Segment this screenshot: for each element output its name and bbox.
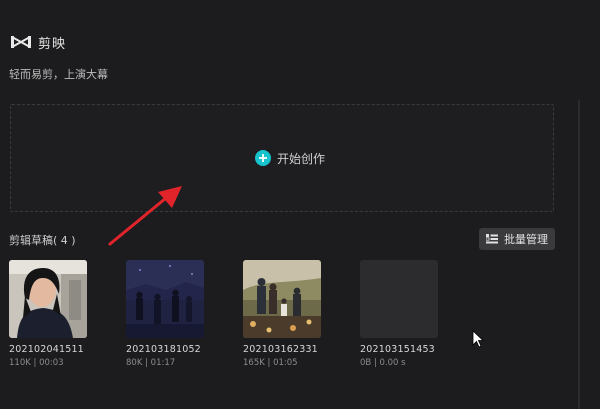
red-arrow-annotation: [108, 186, 182, 246]
drafts-title: 剪辑草稿( 4 ): [9, 234, 76, 247]
draft-thumbnail[interactable]: [243, 260, 321, 338]
draft-meta: 80K | 01:17: [126, 358, 176, 368]
slogan-text: 轻而易剪，上演大幕: [9, 68, 108, 81]
draft-name: 202103181052: [126, 344, 201, 355]
draft-item[interactable]: 202103151453 0B | 0.00 s: [360, 260, 440, 368]
capcut-logo-icon: [11, 36, 31, 48]
draft-name: 202103162331: [243, 344, 318, 355]
scrollbar[interactable]: [578, 100, 580, 409]
app-title: 剪映: [38, 36, 67, 52]
draft-name: 202103151453: [360, 344, 435, 355]
app-header: 剪映: [10, 32, 66, 52]
list-icon: [486, 234, 498, 244]
start-create-button[interactable]: 开始创作: [254, 150, 325, 167]
batch-manage-label: 批量管理: [504, 233, 548, 246]
draft-thumbnail[interactable]: [126, 260, 204, 338]
batch-manage-button[interactable]: 批量管理: [479, 228, 555, 250]
draft-name: 202102041511: [9, 344, 84, 355]
draft-item[interactable]: 202102041511 110K | 00:03: [9, 260, 89, 368]
draft-meta: 165K | 01:05: [243, 358, 298, 368]
draft-thumbnail[interactable]: [360, 260, 438, 338]
draft-item[interactable]: 202103181052 80K | 01:17: [126, 260, 206, 368]
plus-icon: [254, 150, 271, 166]
draft-thumbnail[interactable]: [9, 260, 87, 338]
start-create-area[interactable]: 开始创作: [10, 104, 554, 212]
start-create-label: 开始创作: [276, 151, 325, 166]
draft-meta: 110K | 00:03: [9, 358, 64, 368]
mouse-cursor-icon: [472, 330, 484, 348]
draft-item[interactable]: 202103162331 165K | 01:05: [243, 260, 323, 368]
capcut-home: 剪映 轻而易剪，上演大幕 开始创作 剪辑草稿( 4 ) 批量管理 2021020…: [0, 0, 600, 409]
draft-meta: 0B | 0.00 s: [360, 358, 406, 368]
